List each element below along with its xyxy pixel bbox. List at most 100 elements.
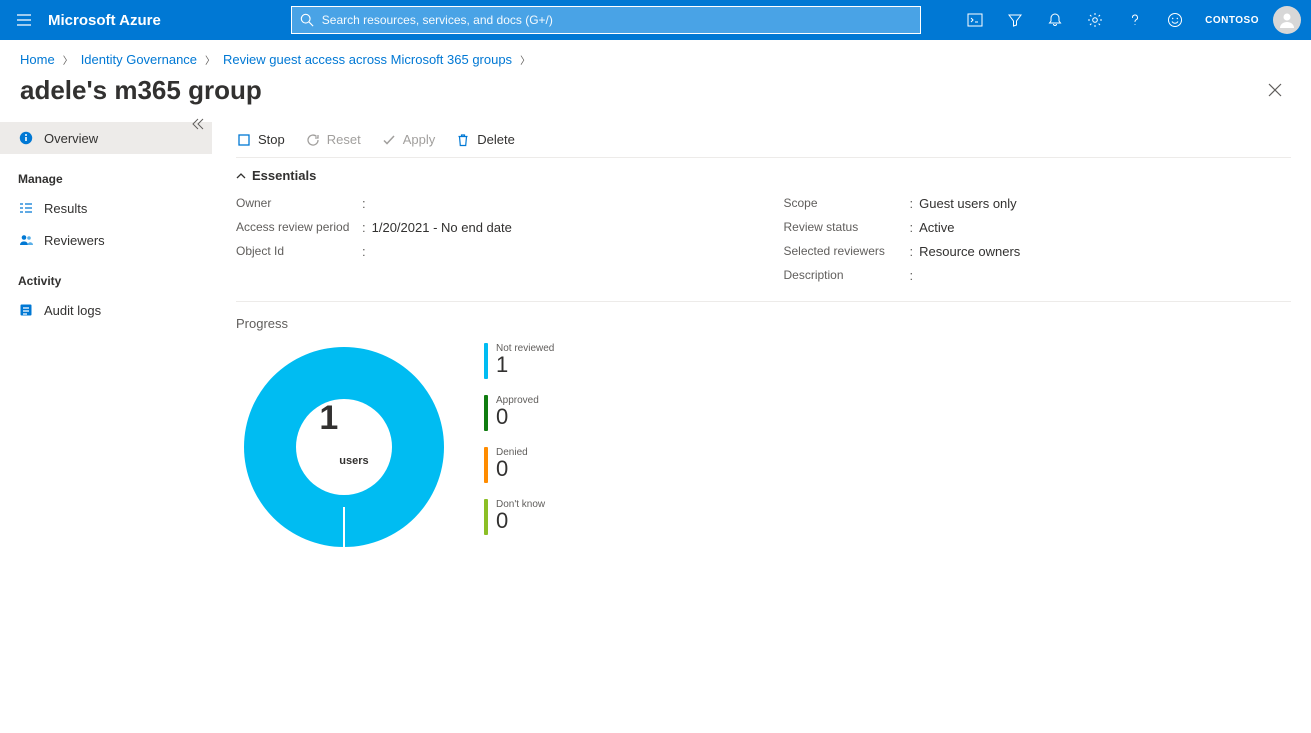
legend-not-reviewed: Not reviewed1	[484, 343, 554, 379]
body: Overview Manage Results Reviewers Activi…	[0, 114, 1311, 731]
reset-label: Reset	[327, 132, 361, 147]
progress-panel: 1 users Not reviewed1 Approved0 Denied0	[236, 339, 1291, 547]
close-button[interactable]	[1259, 74, 1291, 106]
essentials-left: Owner: Access review period: 1/20/2021 -…	[236, 191, 744, 287]
legend-color-swatch	[484, 499, 488, 535]
legend-value: 1	[496, 354, 554, 376]
info-icon	[18, 130, 34, 146]
legend-approved: Approved0	[484, 395, 554, 431]
chevron-double-left-icon	[192, 118, 204, 130]
list-icon	[18, 200, 34, 216]
essentials-row-scope: Scope: Guest users only	[784, 191, 1292, 215]
progress-legend: Not reviewed1 Approved0 Denied0 Don't kn…	[484, 339, 554, 535]
topbar-actions: CONTOSO	[955, 0, 1311, 40]
chevron-up-icon	[236, 171, 246, 181]
delete-label: Delete	[477, 132, 515, 147]
search-icon	[300, 13, 314, 27]
reset-button[interactable]: Reset	[305, 132, 361, 148]
tenant-label[interactable]: CONTOSO	[1195, 15, 1269, 26]
question-icon	[1127, 12, 1143, 28]
essentials-row-period: Access review period: 1/20/2021 - No end…	[236, 215, 744, 239]
smiley-icon	[1167, 12, 1183, 28]
sidebar-item-results[interactable]: Results	[0, 192, 212, 224]
global-search[interactable]: Search resources, services, and docs (G+…	[291, 6, 921, 34]
essentials-row-objectid: Object Id:	[236, 239, 744, 263]
legend-value: 0	[496, 406, 539, 428]
legend-value: 0	[496, 510, 545, 532]
scope-value: Guest users only	[919, 196, 1017, 211]
user-avatar[interactable]	[1273, 6, 1301, 34]
gear-icon	[1087, 12, 1103, 28]
legend-denied: Denied0	[484, 447, 554, 483]
reviewers-label: Selected reviewers	[784, 244, 904, 258]
hamburger-menu[interactable]	[0, 12, 48, 28]
crumb-review-guest-access[interactable]: Review guest access across Microsoft 365…	[223, 52, 512, 67]
sidebar-item-audit-logs[interactable]: Audit logs	[0, 294, 212, 326]
topbar: Microsoft Azure Search resources, servic…	[0, 0, 1311, 40]
stop-button[interactable]: Stop	[236, 132, 285, 148]
crumb-home[interactable]: Home	[20, 52, 55, 67]
stop-label: Stop	[258, 132, 285, 147]
chevron-right-icon: 〉	[63, 52, 73, 67]
status-value: Active	[919, 220, 954, 235]
bell-icon	[1047, 12, 1063, 28]
essentials-panel: Owner: Access review period: 1/20/2021 -…	[236, 191, 1291, 302]
collapse-sidebar-button[interactable]	[192, 118, 204, 133]
legend-dont-know: Don't know0	[484, 499, 554, 535]
essentials-right: Scope: Guest users only Review status: A…	[784, 191, 1292, 287]
period-value: 1/20/2021 - No end date	[372, 220, 512, 235]
filter-icon	[1007, 12, 1023, 28]
sidebar-item-label: Audit logs	[44, 303, 101, 318]
page-header: adele's m365 group	[0, 70, 1311, 114]
essentials-label: Essentials	[252, 168, 316, 183]
sidebar-section-activity: Activity	[0, 256, 212, 294]
breadcrumb: Home 〉 Identity Governance 〉 Review gues…	[0, 40, 1311, 70]
legend-color-swatch	[484, 447, 488, 483]
delete-button[interactable]: Delete	[455, 132, 515, 148]
cloud-shell-icon	[967, 12, 983, 28]
settings-button[interactable]	[1075, 0, 1115, 40]
search-placeholder: Search resources, services, and docs (G+…	[322, 13, 553, 27]
essentials-row-status: Review status: Active	[784, 215, 1292, 239]
feedback-button[interactable]	[1155, 0, 1195, 40]
description-label: Description	[784, 268, 904, 282]
legend-color-swatch	[484, 343, 488, 379]
person-icon	[1277, 10, 1297, 30]
apply-button[interactable]: Apply	[381, 132, 436, 148]
reviewers-value: Resource owners	[919, 244, 1020, 259]
page-title: adele's m365 group	[20, 75, 262, 106]
check-icon	[381, 132, 397, 148]
chevron-right-icon: 〉	[205, 52, 215, 67]
main-content: Stop Reset Apply Delete Essentials	[212, 114, 1311, 731]
reset-icon	[305, 132, 321, 148]
status-label: Review status	[784, 220, 904, 234]
stop-icon	[236, 132, 252, 148]
sidebar-item-reviewers[interactable]: Reviewers	[0, 224, 212, 256]
cloud-shell-button[interactable]	[955, 0, 995, 40]
progress-donut-chart: 1 users	[244, 347, 444, 547]
brand[interactable]: Microsoft Azure	[48, 12, 181, 29]
progress-title: Progress	[236, 302, 1291, 339]
period-label: Access review period	[236, 220, 356, 234]
sidebar: Overview Manage Results Reviewers Activi…	[0, 114, 212, 731]
help-button[interactable]	[1115, 0, 1155, 40]
objectid-label: Object Id	[236, 244, 356, 258]
notifications-button[interactable]	[1035, 0, 1075, 40]
people-icon	[18, 232, 34, 248]
sidebar-item-overview[interactable]: Overview	[0, 122, 212, 154]
scope-label: Scope	[784, 196, 904, 210]
command-bar: Stop Reset Apply Delete	[236, 122, 1291, 158]
directories-button[interactable]	[995, 0, 1035, 40]
crumb-identity-governance[interactable]: Identity Governance	[81, 52, 197, 67]
essentials-toggle[interactable]: Essentials	[236, 158, 1291, 191]
chevron-right-icon: 〉	[520, 52, 530, 67]
sidebar-item-label: Results	[44, 201, 87, 216]
legend-color-swatch	[484, 395, 488, 431]
sidebar-item-label: Overview	[44, 131, 98, 146]
essentials-row-owner: Owner:	[236, 191, 744, 215]
essentials-row-reviewers: Selected reviewers: Resource owners	[784, 239, 1292, 263]
donut-unit: users	[339, 455, 368, 467]
apply-label: Apply	[403, 132, 436, 147]
owner-label: Owner	[236, 196, 356, 210]
close-icon	[1268, 83, 1282, 97]
